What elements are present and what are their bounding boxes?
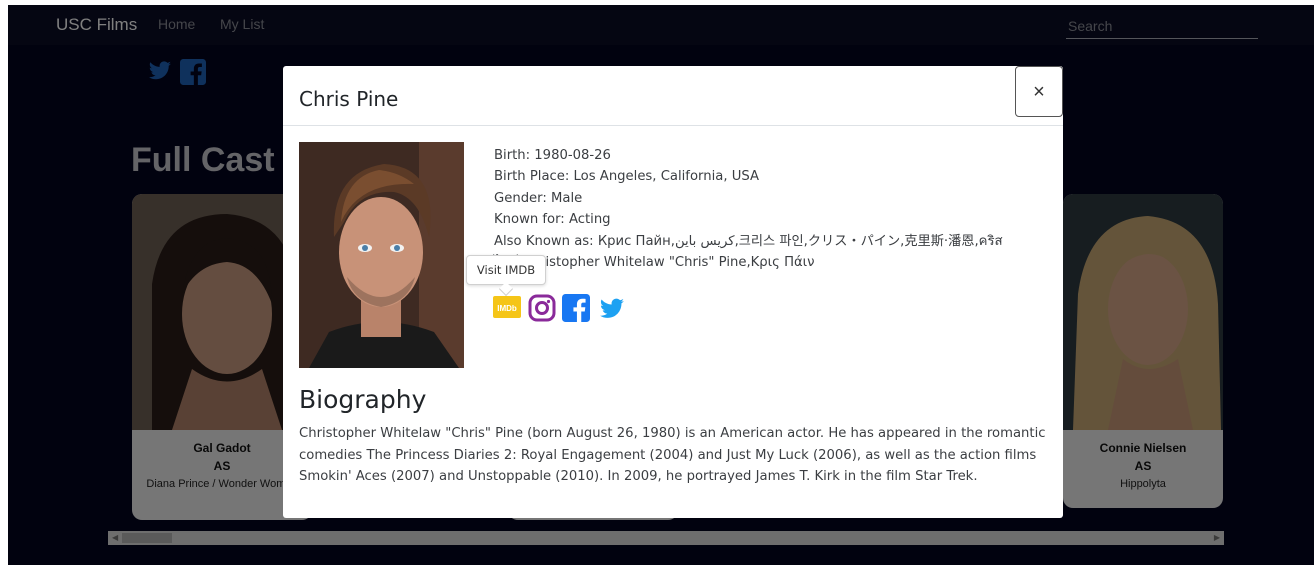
gender: Gender: Male xyxy=(494,190,583,206)
profile-photo xyxy=(299,142,464,368)
person-info: Birth: 1980-08-26 Birth Place: Los Angel… xyxy=(494,145,1034,273)
facebook-icon[interactable] xyxy=(562,294,590,322)
birth-place: Birth Place: Los Angeles, California, US… xyxy=(494,169,759,185)
biography-heading: Biography xyxy=(299,385,427,414)
imdb-icon[interactable]: IMDb xyxy=(493,294,521,320)
person-modal: Chris Pine × Birth: 1980-08-26 Birth Pla… xyxy=(283,66,1063,518)
birth-date: Birth: 1980-08-26 xyxy=(494,148,611,163)
twitter-icon[interactable] xyxy=(597,296,627,322)
svg-text:IMDb: IMDb xyxy=(497,304,517,313)
tooltip-text: Visit IMDB xyxy=(476,263,536,277)
known-for: Known for: Acting xyxy=(494,212,611,228)
instagram-icon[interactable] xyxy=(528,294,556,322)
close-button[interactable]: × xyxy=(1015,66,1063,117)
biography-text: Christopher Whitelaw "Chris" Pine (born … xyxy=(299,426,1046,485)
modal-title: Chris Pine xyxy=(299,87,399,111)
modal-header: Chris Pine xyxy=(283,66,1063,126)
also-known-as: Also Known as: Крис Пайн,كريس باين,크리스 파… xyxy=(494,233,1003,271)
app-viewport: USC Films Home My List Full Cast Gal Gad… xyxy=(8,5,1314,565)
imdb-tooltip: Visit IMDB xyxy=(466,255,546,297)
